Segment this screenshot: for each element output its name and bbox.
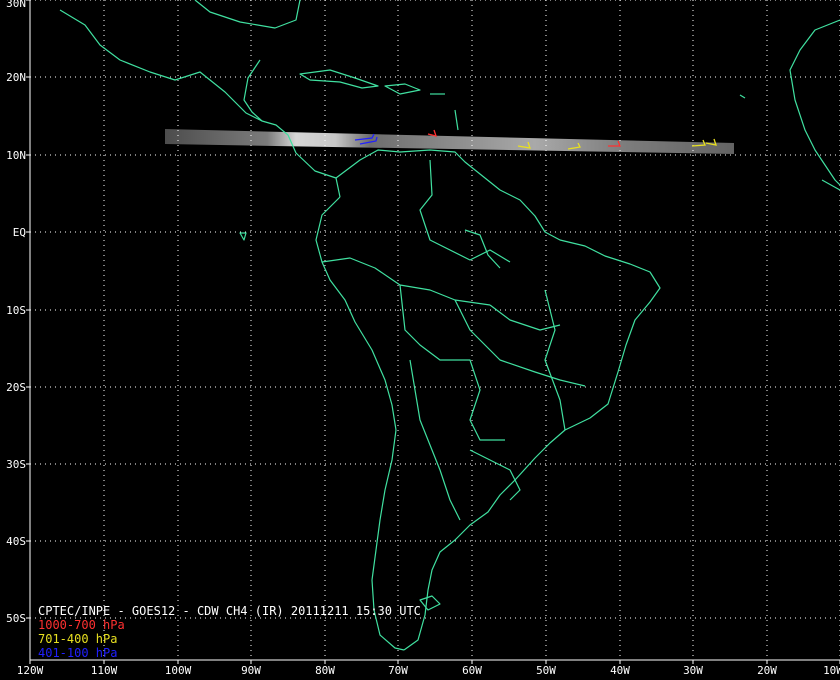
lon-label-90w: 90W <box>241 664 261 677</box>
lon-label-40w: 40W <box>610 664 630 677</box>
lon-label-20w: 20W <box>757 664 777 677</box>
lat-label-eq: EQ <box>12 226 26 239</box>
lat-label-30n: 30N <box>6 0 26 10</box>
lon-label-80w: 80W <box>315 664 335 677</box>
lon-label-60w: 60W <box>462 664 482 677</box>
lon-label-100w: 100W <box>164 664 192 677</box>
map-title: CPTEC/INPE - GOES12 - CDW CH4 (IR) 20111… <box>38 604 421 618</box>
lon-label-70w: 70W <box>388 664 408 677</box>
lat-label-20s: 20S <box>6 381 26 394</box>
wind-barb <box>427 129 437 137</box>
lat-lon-grid <box>29 0 840 660</box>
lat-label-50s: 50S <box>6 612 26 625</box>
ir-image-strip <box>165 129 734 154</box>
lon-label-30w: 30W <box>683 664 703 677</box>
lon-label-50w: 50W <box>536 664 556 677</box>
coastlines <box>59 0 840 651</box>
satellite-map <box>26 0 840 664</box>
lat-label-10n: 10N <box>6 149 26 162</box>
lat-label-10s: 10S <box>6 304 26 317</box>
lat-label-40s: 40S <box>6 535 26 548</box>
lat-label-20n: 20N <box>6 71 26 84</box>
lon-label-120w: 120W <box>16 664 44 677</box>
lon-label-10w: 10W <box>823 664 840 677</box>
lon-label-110w: 110W <box>90 664 118 677</box>
legend-high-level: 401-100 hPa <box>38 646 118 660</box>
lat-label-30s: 30S <box>6 458 26 471</box>
legend-low-level: 1000-700 hPa <box>38 618 125 632</box>
legend-mid-level: 701-400 hPa <box>38 632 118 646</box>
